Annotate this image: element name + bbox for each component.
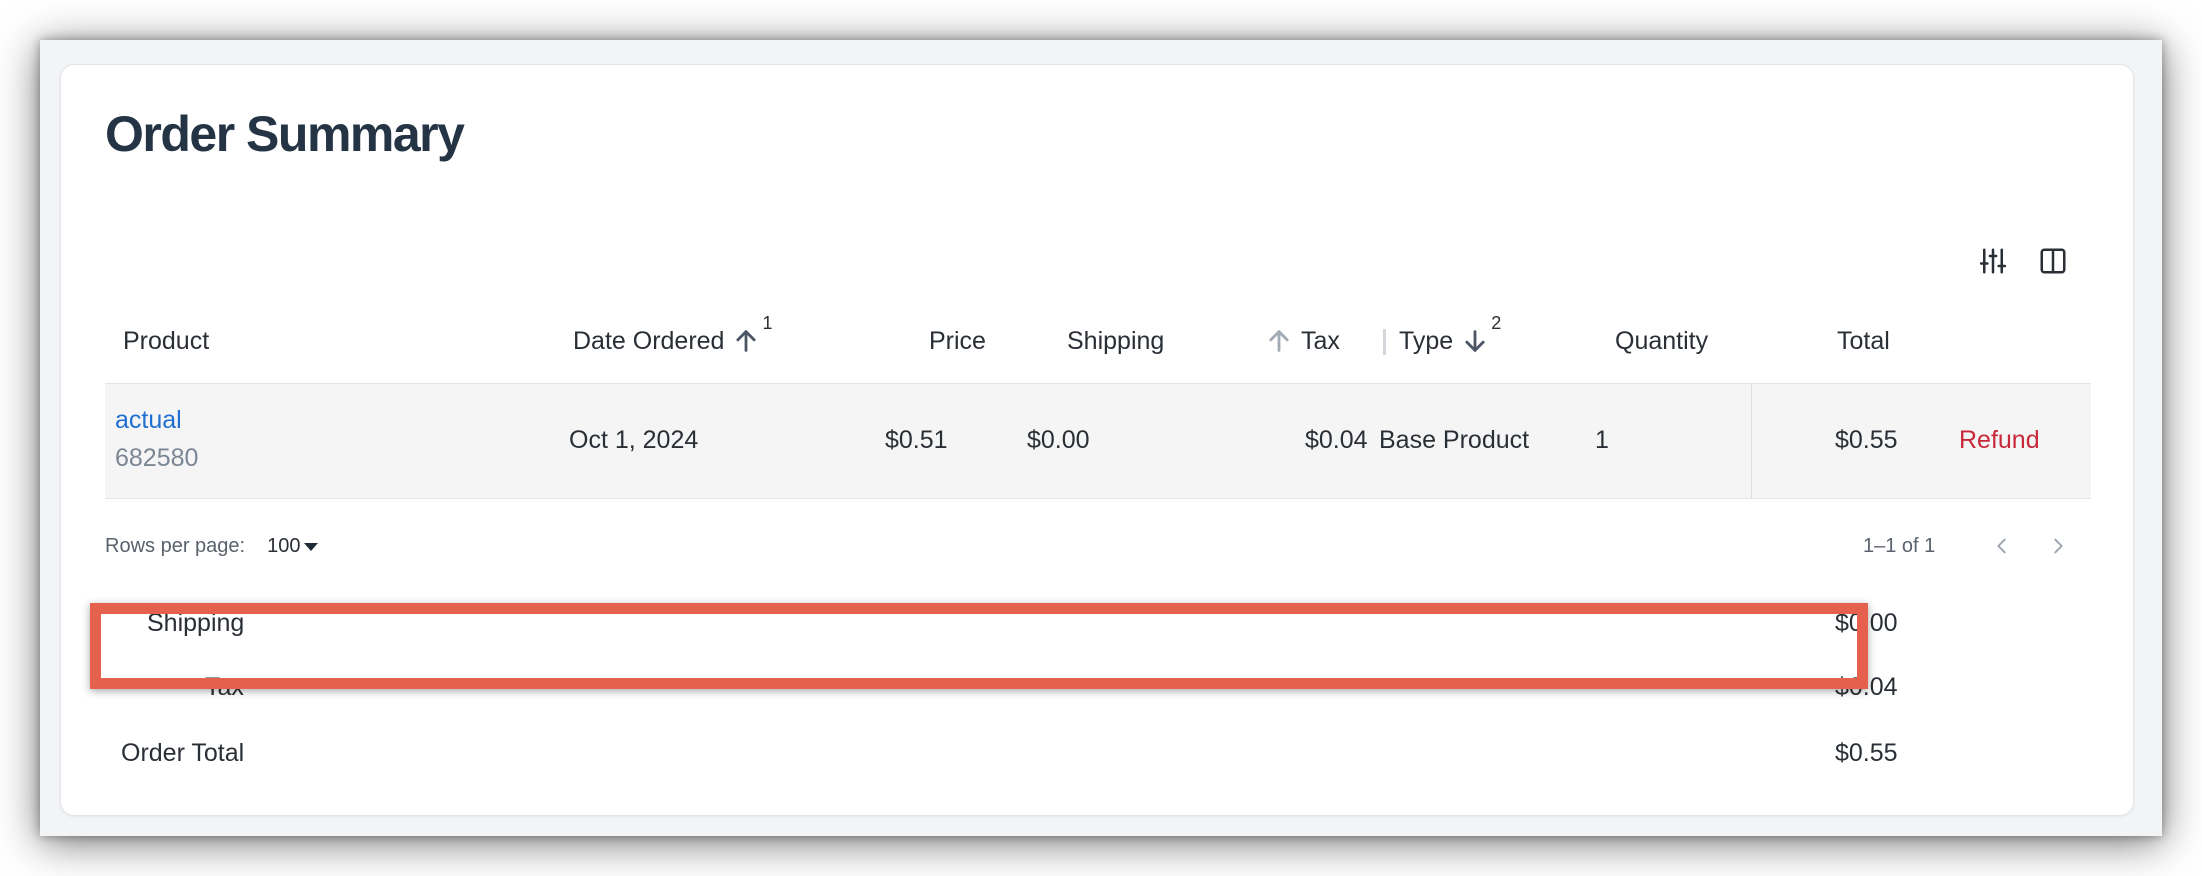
- column-resize-handle[interactable]: [1383, 329, 1386, 355]
- sliders-icon[interactable]: [1975, 243, 2011, 279]
- column-header-tax[interactable]: Tax: [1265, 321, 1340, 361]
- app-window: Order Summary Product Date Ordered 1 Pri…: [40, 40, 2162, 836]
- column-header-price[interactable]: Price: [929, 321, 986, 361]
- arrow-down-icon: [1461, 327, 1489, 355]
- pagination-range: 1–1 of 1: [1863, 535, 1936, 557]
- type-cell: Base Product: [1379, 426, 1530, 454]
- columns-icon[interactable]: [2035, 243, 2071, 279]
- pagination-rows-per-page: Rows per page: 100: [105, 535, 319, 558]
- shipping-cell: $0.00: [1027, 426, 1090, 454]
- column-divider: [1751, 384, 1752, 498]
- next-page-button[interactable]: [2043, 531, 2073, 561]
- column-header-product[interactable]: Product: [123, 321, 209, 361]
- order-summary-card: Order Summary Product Date Ordered 1 Pri…: [60, 64, 2134, 816]
- sort-rank-badge: 1: [762, 312, 773, 333]
- arrow-up-icon: [1265, 327, 1293, 355]
- refund-button[interactable]: Refund: [1959, 426, 2040, 455]
- column-header-quantity[interactable]: Quantity: [1615, 321, 1708, 361]
- quantity-cell: 1: [1595, 426, 1609, 454]
- column-header-date-ordered[interactable]: Date Ordered 1: [573, 313, 772, 361]
- caret-down-icon: [304, 542, 319, 551]
- chevron-left-icon: [1997, 538, 2006, 554]
- summary-order-total-label: Order Total: [121, 739, 245, 767]
- sort-rank-badge: 2: [1491, 312, 1502, 333]
- previous-page-button[interactable]: [1987, 531, 2017, 561]
- total-cell: $0.55: [1835, 426, 1898, 454]
- column-header-total[interactable]: Total: [1837, 321, 1890, 361]
- price-cell: $0.51: [885, 426, 948, 454]
- arrow-up-icon: [732, 327, 760, 355]
- date-ordered-cell: Oct 1, 2024: [569, 426, 699, 454]
- chevron-right-icon: [2054, 538, 2063, 554]
- table-row: actual 682580 Oct 1, 2024 $0.51 $0.00 $0…: [105, 383, 2091, 499]
- product-link[interactable]: actual: [115, 406, 182, 435]
- rows-per-page-label: Rows per page:: [105, 535, 246, 557]
- column-header-type[interactable]: Type 2: [1399, 313, 1501, 361]
- rows-per-page-select[interactable]: 100: [267, 535, 319, 558]
- product-sku: 682580: [115, 444, 199, 472]
- column-header-shipping[interactable]: Shipping: [1067, 321, 1164, 361]
- page-title: Order Summary: [105, 106, 465, 162]
- tax-highlight-box: [90, 603, 1868, 689]
- summary-order-total-value: $0.55: [1835, 739, 1898, 767]
- tax-cell: $0.04: [1305, 426, 1368, 454]
